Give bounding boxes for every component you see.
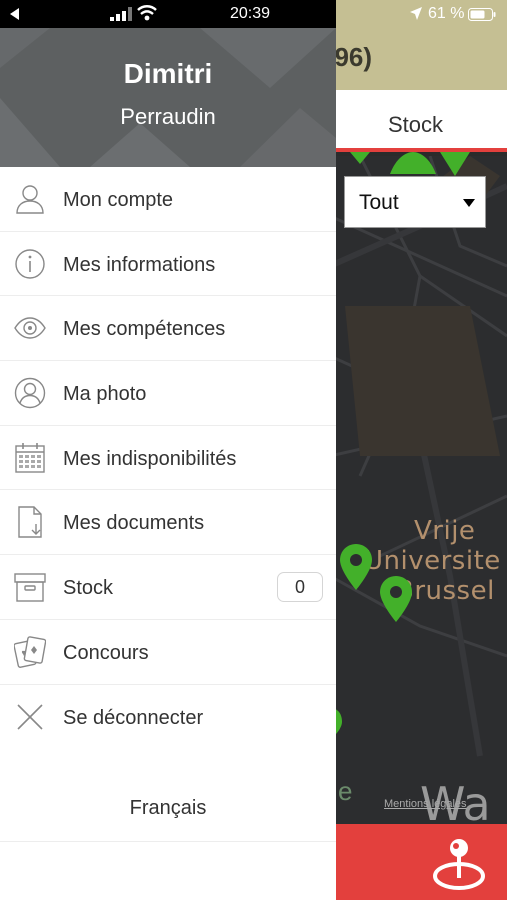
close-icon [17, 703, 43, 730]
user-icon [16, 185, 44, 214]
header-pattern [0, 28, 336, 167]
navigation-drawer: Dimitri Perraudin Mon compte Mes informa… [0, 28, 336, 900]
menu-item-concours[interactable]: Concours [0, 620, 336, 685]
map-pin-icon[interactable] [390, 152, 436, 174]
menu-item-se-deconnecter[interactable]: Se déconnecter [0, 685, 336, 750]
filter-select[interactable]: Tout [344, 176, 486, 228]
divider [0, 841, 336, 842]
cards-icon [14, 636, 46, 668]
battery-icon [468, 8, 496, 21]
menu-item-mes-informations[interactable]: Mes informations [0, 232, 336, 297]
status-bar: 20:39 61 % [0, 0, 507, 28]
menu-item-label: Mes indisponibilités [63, 447, 237, 470]
menu-item-mes-documents[interactable]: Mes documents [0, 490, 336, 556]
menu-item-label: Mes compétences [63, 318, 226, 341]
menu-item-label: Concours [63, 641, 149, 664]
eye-icon [14, 317, 46, 340]
menu-item-label: Se déconnecter [63, 706, 204, 729]
caret-down-icon [463, 199, 475, 207]
language-selector[interactable]: Français [0, 797, 336, 820]
stock-count-badge: 0 [277, 572, 323, 603]
menu-item-mes-competences[interactable]: Mes compétences [0, 296, 336, 362]
avatar-icon [14, 377, 46, 409]
status-time: 20:39 [230, 5, 271, 22]
filter-select-value: Tout [359, 191, 399, 214]
location-arrow-icon [410, 7, 422, 20]
battery-percentage: 61 % [428, 5, 465, 22]
menu-item-label: Mes informations [63, 253, 216, 276]
calendar-icon [15, 442, 45, 473]
menu-item-mon-compte[interactable]: Mon compte [0, 167, 336, 232]
map-pin-icon[interactable] [440, 152, 470, 176]
user-last-name: Perraudin [120, 104, 216, 129]
tab-stock[interactable]: Stock [388, 112, 443, 138]
menu-item-label: Ma photo [63, 383, 147, 406]
map-label-line: Vrije [414, 516, 476, 546]
menu-item-stock[interactable]: Stock 0 [0, 555, 336, 620]
location-pin-button-icon[interactable] [432, 836, 486, 892]
wifi-icon [137, 5, 157, 21]
map-pin-icon[interactable] [350, 152, 370, 164]
menu-item-mes-indisponibilites[interactable]: Mes indisponibilités [0, 426, 336, 491]
menu-item-label: Mes documents [63, 512, 205, 535]
map-label-line: Universite [364, 546, 501, 576]
map-label-edge: e [338, 776, 353, 806]
back-arrow-icon[interactable] [10, 8, 19, 20]
status-bar-left [0, 0, 336, 28]
menu-item-label: Stock [63, 577, 114, 600]
document-icon [18, 506, 42, 539]
map-pin-icon[interactable] [340, 544, 372, 590]
signal-icon [110, 7, 132, 21]
info-icon [15, 248, 45, 279]
menu-item-label: Mon compte [63, 189, 174, 211]
user-first-name: Dimitri [123, 58, 213, 89]
legal-link[interactable]: Mentions légales [384, 798, 467, 810]
map-pin-icon[interactable] [380, 576, 412, 622]
box-icon [14, 573, 46, 602]
drawer-menu: Mon compte Mes informations Mes compéten… [0, 167, 336, 749]
drawer-header: Dimitri Perraudin [0, 28, 336, 167]
menu-item-ma-photo[interactable]: Ma photo [0, 361, 336, 426]
